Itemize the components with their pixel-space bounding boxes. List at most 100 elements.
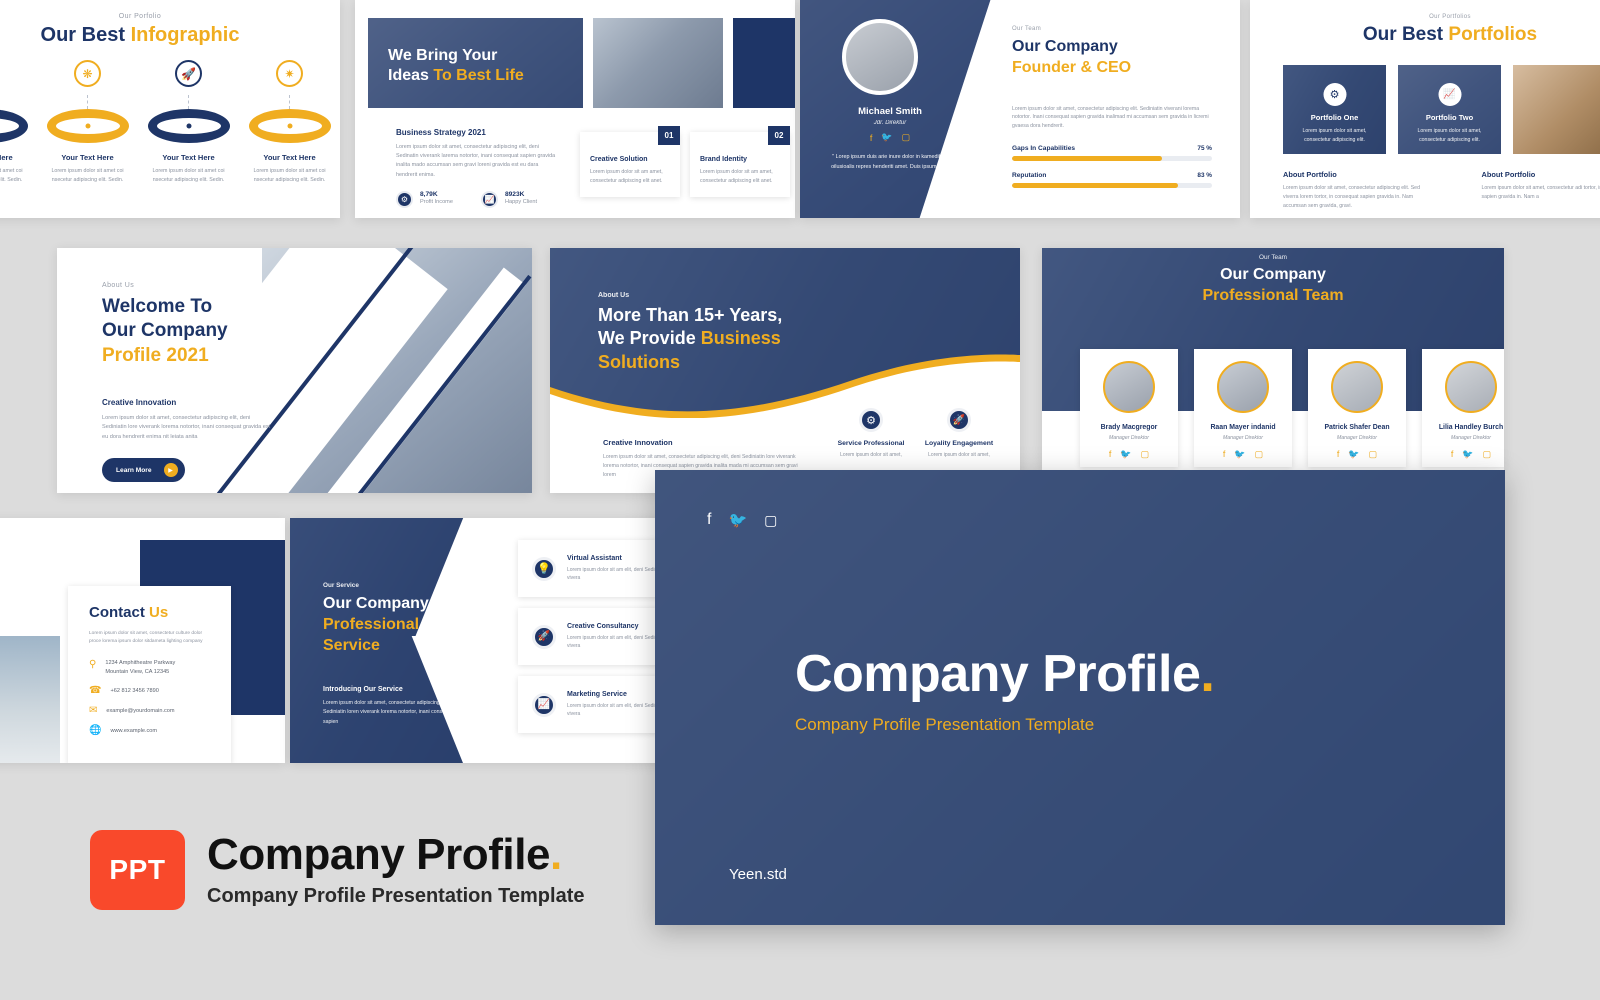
founder-identity: Michael Smith Jdr. Direktur f 🐦 ▢ " Lore… — [800, 106, 980, 172]
infographic-caption: Your Text Here Lorem ipsum dolor sit ame… — [51, 153, 124, 183]
instagram-icon[interactable]: ▢ — [1255, 449, 1264, 460]
team-member-card[interactable]: Patrick Shafer Dean Manager Direktor f 🐦 ▢ — [1308, 349, 1406, 467]
service-card[interactable]: 📈 Marketing Service Lorem ipsum dolor si… — [518, 676, 670, 733]
member-social[interactable]: f 🐦 ▢ — [1194, 449, 1292, 460]
phone-icon: ☎ — [89, 685, 102, 697]
slide-team[interactable]: Our Team Our Company Professional Team B… — [1042, 248, 1504, 470]
learn-more-button[interactable]: Learn More ▶ — [102, 458, 185, 483]
contact-item[interactable]: 🌐 www.example.com — [89, 726, 210, 736]
infographic-items: ⚙ Your Text Here Lorem ipsum dolor sit a… — [0, 60, 340, 185]
service-body: Lorem ipsum dolor sit amet, consectetur … — [323, 700, 456, 725]
founder-role: Jdr. Direktur — [873, 120, 907, 126]
ideas-card[interactable]: 01 Creative Solution Lorem ipsum dolor s… — [580, 126, 680, 197]
instagram-icon[interactable]: ▢ — [764, 512, 777, 529]
hero-title: Company Profile. — [795, 645, 1215, 703]
feature-title: Service Professional — [837, 440, 905, 447]
instagram-icon[interactable]: ▢ — [1483, 449, 1492, 460]
puzzle-icon: ❋ — [74, 60, 101, 87]
portfolio-card[interactable]: ⚙ Portfolio One Lorem ipsum dolor sit am… — [1283, 65, 1386, 154]
portfolio-card[interactable]: 📈 Portfolio Two Lorem ipsum dolor sit am… — [1398, 65, 1501, 154]
infographic-caption: Your Text Here Lorem ipsum dolor sit ame… — [152, 153, 225, 183]
service-eyebrow: Our Service — [323, 582, 359, 589]
star-icon: ✷ — [276, 60, 303, 87]
facebook-icon[interactable]: f — [1451, 449, 1454, 459]
contact-body: Lorem ipsum dolor sit amet, consectetur … — [89, 631, 203, 645]
contact-line-1: example@yourdomain.com — [106, 708, 175, 715]
feature-desc: Lorem ipsum dolor sit amet, — [840, 452, 902, 458]
card-number: 02 — [768, 126, 790, 145]
hero-title-block: Company Profile. Company Profile Present… — [795, 645, 1215, 735]
slide-portfolios[interactable]: Our Portfolios Our Best Portfolios ⚙ Por… — [1250, 0, 1600, 218]
founder-photo-panel: Michael Smith Jdr. Direktur f 🐦 ▢ " Lore… — [800, 0, 1015, 218]
team-member-card[interactable]: Lilia Handley Burch Manager Direktor f 🐦 ▢ — [1422, 349, 1504, 467]
service-cards: 💡 Virtual Assistant Lorem ipsum dolor si… — [518, 540, 670, 733]
infographic-item[interactable]: ⚙ Your Text Here Lorem ipsum dolor sit a… — [0, 60, 31, 185]
portfolio-card-title: Portfolio One — [1310, 113, 1359, 122]
slide-more-years[interactable]: About Us More Than 15+ Years, We Provide… — [550, 248, 1020, 493]
about-title: About Portfolio — [1283, 170, 1337, 179]
twitter-icon[interactable]: 🐦 — [1348, 449, 1359, 460]
service-card[interactable]: 🚀 Creative Consultancy Lorem ipsum dolor… — [518, 608, 670, 665]
slide-service[interactable]: Our Service Our Company Professional Ser… — [290, 518, 670, 763]
slide-infographic[interactable]: Our Porfolio Our Best Infographic ⚙ Your… — [0, 0, 340, 218]
slide-founder[interactable]: Michael Smith Jdr. Direktur f 🐦 ▢ " Lore… — [800, 0, 1240, 218]
contact-line-1: www.example.com — [110, 728, 158, 735]
contact-item[interactable]: ✉ example@yourdomain.com — [89, 706, 210, 716]
team-member-card[interactable]: Raan Mayer indanid Manager Direktor f 🐦 ▢ — [1194, 349, 1292, 467]
infographic-item[interactable]: 🚀 Your Text Here Lorem ipsum dolor sit a… — [145, 60, 233, 185]
service-card[interactable]: 💡 Virtual Assistant Lorem ipsum dolor si… — [518, 540, 670, 597]
slide-hero[interactable]: f 🐦 ▢ Company Profile. Company Profile P… — [655, 470, 1505, 925]
member-social[interactable]: f 🐦 ▢ — [1308, 449, 1406, 460]
hero-social[interactable]: f 🐦 ▢ — [707, 511, 777, 529]
contact-card: Contact Us Lorem ipsum dolor sit amet, c… — [68, 586, 231, 763]
chart-icon: 📈 — [532, 692, 556, 717]
branding: PPT Company Profile. Company Profile Pre… — [90, 830, 585, 910]
ideas-navy-block — [733, 18, 795, 108]
infographic-title: Our Best Infographic — [40, 24, 240, 46]
team-member-card[interactable]: Brady Macgregor Manager Direktor f 🐦 ▢ — [1080, 349, 1178, 467]
portfolio-header: Our Portfolios Our Best Portfolios — [1250, 0, 1600, 46]
twitter-icon[interactable]: 🐦 — [1462, 449, 1473, 460]
twitter-icon[interactable]: 🐦 — [881, 132, 892, 143]
brand-subtitle: Company Profile Presentation Template — [207, 884, 585, 907]
twitter-icon[interactable]: 🐦 — [1120, 449, 1131, 460]
founder-quote: " Lorep ipsum duis arie inure dolor in k… — [831, 154, 949, 170]
ideas-card[interactable]: 02 Brand Identity Lorem ipsum dolor sit … — [690, 126, 790, 197]
twitter-icon[interactable]: 🐦 — [728, 511, 747, 529]
location-pin-icon: ⚲ — [89, 659, 97, 671]
ideas-banner: We Bring Your Ideas To Best Life — [368, 18, 583, 108]
contact-item[interactable]: ☎ +62 812 3456 7890 — [89, 686, 210, 696]
bar-value: 75 % — [1197, 145, 1212, 153]
team-eyebrow: Our Team — [1259, 254, 1287, 261]
instagram-icon[interactable]: ▢ — [1369, 449, 1378, 460]
founder-title: Our Company Founder & CEO — [1012, 38, 1132, 76]
globe-icon: 🌐 — [89, 725, 102, 737]
contact-item[interactable]: ⚲ 1234 Amphitheatre Parkway Mountain Vie… — [89, 659, 210, 676]
ideas-section-body: Lorem ipsum dolor sit amet, consectetur … — [396, 144, 556, 178]
facebook-icon[interactable]: f — [707, 511, 711, 529]
twitter-icon[interactable]: 🐦 — [1234, 449, 1245, 460]
ppt-badge: PPT — [90, 830, 185, 910]
facebook-icon[interactable]: f — [1337, 449, 1340, 459]
team-members: Brady Macgregor Manager Direktor f 🐦 ▢ Raa… — [1080, 349, 1504, 467]
founder-social[interactable]: f 🐦 ▢ — [800, 132, 980, 143]
portfolio-eyebrow: Our Portfolios — [1429, 14, 1471, 20]
slide-welcome[interactable]: About Us Welcome To Our Company Profile … — [57, 248, 532, 493]
feature-item[interactable]: ⚙ Service Professional Lorem ipsum dolor… — [835, 408, 907, 460]
infographic-item[interactable]: ❋ Your Text Here Lorem ipsum dolor sit a… — [44, 60, 132, 185]
slide-ideas[interactable]: We Bring Your Ideas To Best Life Busines… — [355, 0, 795, 218]
facebook-icon[interactable]: f — [1223, 449, 1226, 459]
member-role: Manager Direktor — [1222, 435, 1264, 441]
member-social[interactable]: f 🐦 ▢ — [1080, 449, 1178, 460]
instagram-icon[interactable]: ▢ — [902, 132, 911, 143]
facebook-icon[interactable]: f — [870, 133, 873, 143]
slide-contact[interactable]: Contact Us Lorem ipsum dolor sit amet, c… — [0, 518, 285, 763]
welcome-subtitle: Creative Innovation — [102, 397, 177, 407]
bar-row: Reputation 83 % — [1012, 172, 1212, 179]
infographic-item[interactable]: ✷ Your Text Here Lorem ipsum dolor sit a… — [246, 60, 334, 185]
feature-item[interactable]: 🚀 Loyality Engagement Lorem ipsum dolor … — [923, 408, 995, 460]
member-social[interactable]: f 🐦 ▢ — [1422, 449, 1504, 460]
more-title: More Than 15+ Years, We Provide Business… — [598, 305, 783, 372]
facebook-icon[interactable]: f — [1109, 449, 1112, 459]
instagram-icon[interactable]: ▢ — [1141, 449, 1150, 460]
